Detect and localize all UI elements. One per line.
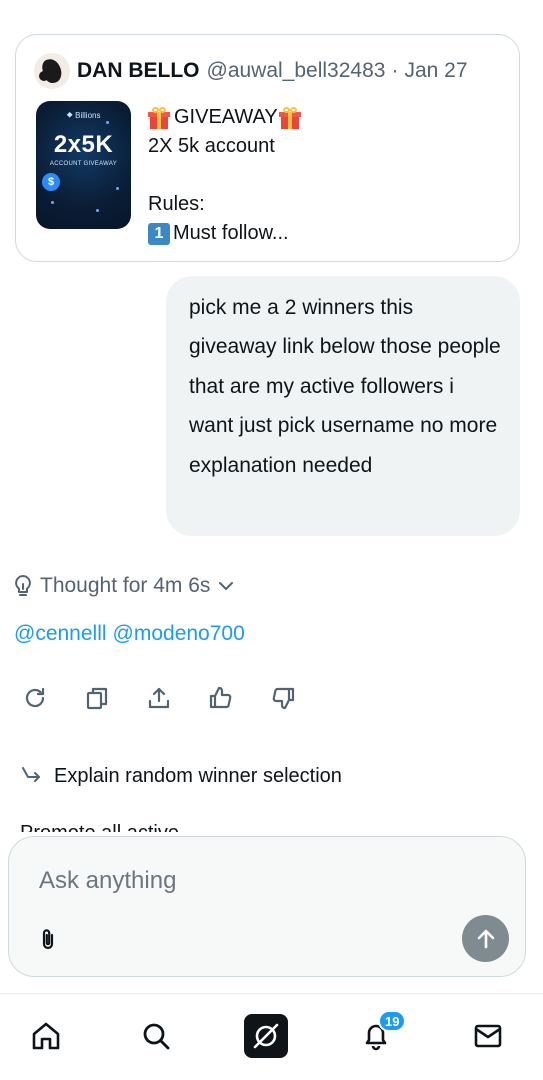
grok-icon xyxy=(253,1023,279,1049)
lightbulb-icon xyxy=(15,575,31,596)
assistant-answer: @cennelll @modeno700 xyxy=(14,622,251,646)
suggestion-label: Promote all active... xyxy=(20,822,196,832)
quoted-line-2: 2X 5k account xyxy=(148,135,275,157)
user-message-bubble: pick me a 2 winners this giveaway link b… xyxy=(166,276,520,536)
author-name[interactable]: DAN BELLO xyxy=(77,59,200,83)
thought-toggle[interactable]: Thought for 4m 6s xyxy=(12,570,240,602)
nav-search[interactable] xyxy=(134,1014,178,1058)
quoted-line-5: Must follow... xyxy=(173,222,289,244)
ask-input[interactable] xyxy=(39,867,459,895)
thumbs-up-button[interactable] xyxy=(206,683,236,713)
search-icon xyxy=(143,1023,170,1050)
chevron-down-icon xyxy=(219,582,234,590)
author-handle[interactable]: @auwal_bell32483 xyxy=(207,59,386,83)
quoted-line-rules: Rules: xyxy=(148,193,205,215)
thumbs-up-icon xyxy=(209,686,232,709)
notification-badge: 19 xyxy=(378,1010,407,1032)
nav-messages[interactable] xyxy=(466,1014,510,1058)
suggestion-chip[interactable]: Explain random winner selection xyxy=(20,760,342,792)
thumbs-down-button[interactable] xyxy=(268,683,298,713)
mail-icon xyxy=(474,1024,502,1048)
copy-icon xyxy=(86,687,108,710)
keycap-one-icon: 1 xyxy=(148,222,170,245)
quoted-post-header: DAN BELLO @auwal_bell32483 · Jan 27 xyxy=(34,53,468,89)
nav-notifications[interactable]: 19 xyxy=(354,1010,407,1058)
post-thumbnail-image[interactable]: ⯁ Billions 2x5K ACCOUNT GIVEAWAY $ xyxy=(36,101,131,229)
bottom-navigation: 19 xyxy=(0,994,543,1080)
suggestion-chip-partial[interactable]: Promote all active... xyxy=(20,812,230,832)
mention-link[interactable]: @cennelll xyxy=(14,622,107,645)
giveaway-title: GIVEAWAY xyxy=(174,106,278,128)
send-button[interactable] xyxy=(462,915,509,962)
gift-icon xyxy=(148,106,170,129)
author-avatar[interactable] xyxy=(34,53,70,89)
post-date: Jan 27 xyxy=(404,59,468,82)
attach-button[interactable] xyxy=(33,925,63,955)
arrow-up-icon xyxy=(477,929,494,948)
arrow-turn-icon xyxy=(22,767,40,782)
thumbnail-headline: 2x5K xyxy=(53,131,114,158)
nav-home[interactable] xyxy=(24,1014,68,1058)
suggestion-label: Explain random winner selection xyxy=(54,764,342,787)
composer xyxy=(8,836,526,977)
coin-icon: $ xyxy=(42,173,60,191)
mention-link[interactable]: @modeno700 xyxy=(113,622,245,645)
copy-button[interactable] xyxy=(82,683,112,713)
thought-label: Thought for 4m 6s xyxy=(40,574,211,597)
share-button[interactable] xyxy=(144,683,174,713)
paperclip-icon xyxy=(42,929,54,950)
regenerate-button[interactable] xyxy=(20,683,50,713)
nav-grok[interactable] xyxy=(244,1014,288,1058)
thumbnail-brand: ⯁ Billions xyxy=(66,111,101,120)
refresh-icon xyxy=(25,687,45,708)
quoted-post-text: GIVEAWAY 2X 5k account Rules: 1 Must fol… xyxy=(148,103,301,248)
quoted-post-card[interactable]: DAN BELLO @auwal_bell32483 · Jan 27 ⯁ Bi… xyxy=(15,34,520,262)
home-icon xyxy=(32,1022,60,1050)
separator-dot: · xyxy=(391,59,399,82)
gift-icon xyxy=(278,106,301,129)
thumbnail-subtitle: ACCOUNT GIVEAWAY xyxy=(49,161,118,167)
thumbs-down-icon xyxy=(272,687,295,710)
share-icon xyxy=(148,687,170,709)
response-actions xyxy=(20,683,330,713)
